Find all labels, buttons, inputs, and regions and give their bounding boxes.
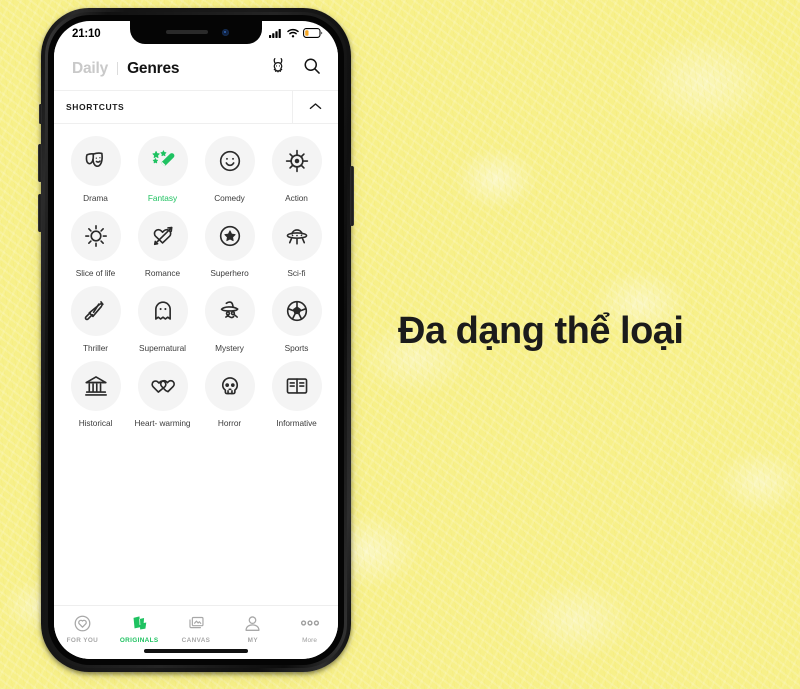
genre-item-sports[interactable]: Sports	[263, 286, 330, 359]
museum-icon	[70, 361, 121, 412]
power-button[interactable]	[350, 166, 354, 226]
sun-icon	[70, 211, 121, 262]
app-header: Daily Genres	[54, 47, 338, 90]
tab-more[interactable]: More	[281, 613, 338, 644]
genre-item-fantasy[interactable]: Fantasy	[129, 136, 196, 209]
genre-label: Superhero	[210, 268, 249, 279]
genre-item-historical[interactable]: Historical	[62, 361, 129, 434]
tab-canvas[interactable]: CANVAS	[168, 613, 225, 644]
ellipsis-icon	[299, 613, 321, 633]
genre-grid: Drama Fantasy Comedy Action Slice of life Rom…	[54, 124, 338, 434]
tab-genres[interactable]: Genres	[127, 60, 179, 78]
wifi-icon	[287, 25, 299, 43]
star-badge-icon	[204, 211, 255, 262]
volume-up-button[interactable]	[38, 144, 42, 182]
two-hearts-icon	[137, 361, 188, 412]
genre-label: Action	[285, 193, 308, 203]
phone-screen: 21:10 Daily Genres SHORTCUTS Drama Fanta…	[54, 21, 338, 659]
tab-daily[interactable]: Daily	[72, 60, 108, 78]
ufo-icon	[271, 211, 322, 262]
genre-item-heart-warming[interactable]: Heart- warming	[129, 361, 196, 434]
genre-label: Sports	[284, 343, 309, 354]
originals-icon	[129, 613, 149, 633]
chevron-up-icon	[309, 98, 322, 116]
genre-item-mystery[interactable]: Mystery	[196, 286, 263, 359]
heart-circle-icon	[73, 613, 92, 633]
tab-label: ORIGINALS	[119, 637, 159, 644]
smiley-face-icon	[204, 136, 255, 186]
cellular-signal-icon	[269, 25, 283, 43]
genre-item-action[interactable]: Action	[263, 136, 330, 209]
home-indicator	[144, 649, 248, 653]
genre-item-comedy[interactable]: Comedy	[196, 136, 263, 209]
phone-mockup: 21:10 Daily Genres SHORTCUTS Drama Fanta…	[38, 8, 354, 676]
genre-item-superhero[interactable]: Superhero	[196, 211, 263, 284]
genre-item-supernatural[interactable]: Supernatural	[129, 286, 196, 359]
genre-label: Heart- warming	[134, 418, 191, 429]
volume-down-button[interactable]	[38, 194, 42, 232]
target-crosshair-icon	[271, 136, 322, 186]
status-bar: 21:10	[54, 21, 338, 47]
tab-label: FOR YOU	[66, 637, 99, 644]
tab-my[interactable]: MY	[224, 613, 281, 644]
genre-label: Comedy	[214, 193, 245, 203]
genre-label: Informative	[276, 418, 317, 429]
tab-for-you[interactable]: FOR YOU	[54, 613, 111, 644]
genre-label: Mystery	[215, 343, 244, 354]
genre-item-sci-fi[interactable]: Sci-fi	[263, 211, 330, 284]
genre-item-slice-of-life[interactable]: Slice of life	[62, 211, 129, 284]
genre-item-thriller[interactable]: Thriller	[62, 286, 129, 359]
genre-label: Thriller	[83, 343, 108, 354]
heart-arrow-icon	[137, 211, 188, 262]
skull-icon	[204, 361, 255, 412]
genre-item-romance[interactable]: Romance	[129, 211, 196, 284]
magic-wand-icon	[137, 136, 188, 186]
genre-label: Slice of life	[75, 268, 116, 279]
search-icon[interactable]	[302, 56, 322, 81]
open-book-icon	[271, 361, 322, 412]
genre-item-drama[interactable]: Drama	[62, 136, 129, 209]
status-time: 21:10	[72, 28, 101, 40]
theater-masks-icon	[70, 136, 121, 186]
genre-label: Horror	[217, 418, 242, 429]
header-actions	[268, 56, 322, 81]
status-indicators	[269, 25, 323, 43]
soccer-ball-icon	[271, 286, 322, 337]
genre-label: Fantasy	[147, 193, 178, 203]
genre-item-horror[interactable]: Horror	[196, 361, 263, 434]
tab-divider	[117, 62, 119, 75]
knife-icon	[70, 286, 121, 337]
tab-originals[interactable]: ORIGINALS	[111, 613, 168, 644]
genre-label: Supernatural	[139, 343, 186, 354]
caption-text: Đa dạng thể loại	[398, 310, 684, 352]
genre-label: Sci-fi	[287, 268, 306, 279]
genre-label: Drama	[83, 193, 108, 203]
tab-label: CANVAS	[181, 637, 211, 644]
tab-label: MY	[247, 637, 258, 644]
genre-label: Historical	[78, 418, 113, 429]
tab-label: More	[302, 637, 318, 644]
shortcuts-label: SHORTCUTS	[66, 102, 125, 112]
shortcuts-collapse-button[interactable]	[292, 91, 338, 123]
rabbit-icon[interactable]	[268, 56, 288, 81]
battery-low-icon	[303, 25, 323, 43]
canvas-frames-icon	[186, 613, 206, 633]
mute-switch-button[interactable]	[39, 104, 42, 124]
ghost-icon	[137, 286, 188, 337]
genre-label: Romance	[144, 268, 181, 279]
genre-item-informative[interactable]: Informative	[263, 361, 330, 434]
shortcuts-bar: SHORTCUTS	[54, 90, 338, 124]
person-icon	[243, 613, 262, 633]
detective-icon	[204, 286, 255, 337]
